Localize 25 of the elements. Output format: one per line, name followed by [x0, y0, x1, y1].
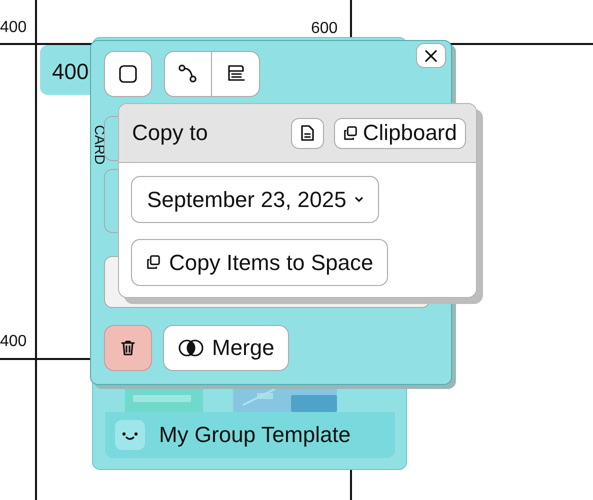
axis-label: 400 — [0, 19, 27, 37]
document-icon — [299, 125, 316, 141]
copy-items-button[interactable]: Copy Items to Space — [131, 239, 388, 286]
chevron-down-icon — [354, 196, 364, 204]
popover-title: Copy to — [132, 120, 208, 146]
group-title: My Group Template — [159, 422, 351, 448]
close-button[interactable] — [416, 43, 446, 68]
shape-tool-button[interactable] — [104, 51, 152, 97]
delete-button[interactable] — [104, 325, 152, 371]
smiley-icon — [115, 420, 145, 450]
clipboard-button[interactable]: Clipboard — [334, 118, 466, 148]
axis-label: 400 — [0, 333, 27, 351]
square-icon — [117, 63, 139, 85]
merge-icon — [178, 338, 204, 358]
merge-button[interactable]: Merge — [163, 325, 290, 371]
note-tool-button[interactable] — [212, 51, 260, 97]
connector-icon — [177, 63, 199, 85]
close-icon — [424, 48, 438, 62]
date-dropdown[interactable]: September 23, 2025 — [131, 176, 380, 223]
document-button[interactable] — [290, 118, 324, 148]
axis-label: 600 — [311, 20, 338, 38]
connector-tool-button[interactable] — [164, 51, 212, 97]
trash-icon — [121, 340, 135, 356]
copy-icon — [342, 126, 358, 140]
copy-icon — [146, 255, 161, 270]
